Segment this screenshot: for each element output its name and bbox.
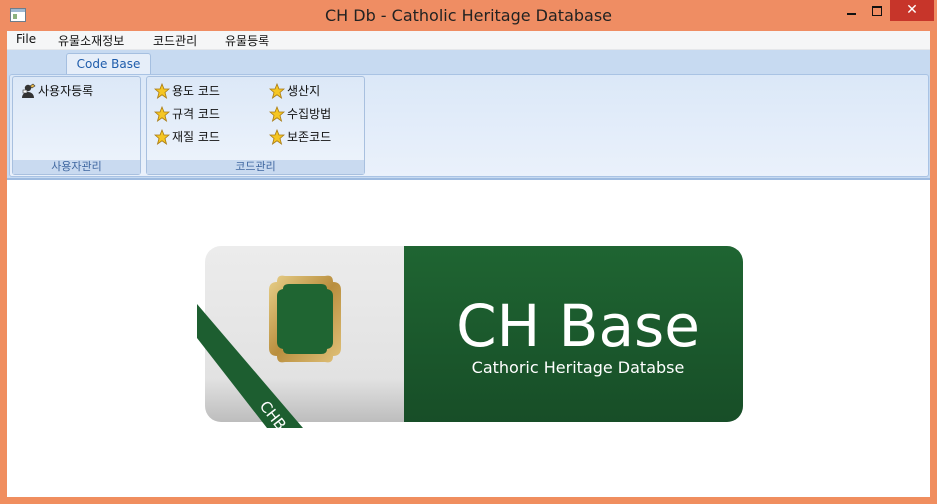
- ribbon-group-code-management: 용도 코드 규격 코드 재질 코드 생산지 수집방법 보존코드 코드관리: [146, 76, 365, 175]
- star-icon: [154, 83, 170, 99]
- menu-artifact-location[interactable]: 유물소재정보: [58, 32, 124, 49]
- application-window: CH Db - Catholic Heritage Database ✕ Fil…: [0, 0, 937, 504]
- star-icon: [269, 129, 285, 145]
- close-icon: ✕: [906, 2, 918, 18]
- star-icon: [154, 129, 170, 145]
- origin-label: 생산지: [287, 84, 321, 98]
- main-content: CHB CH Base Cathoric Heritage Databse: [7, 180, 930, 497]
- material-code-label: 재질 코드: [172, 130, 220, 144]
- window-title: CH Db - Catholic Heritage Database: [324, 6, 613, 25]
- minimize-icon: [847, 13, 856, 15]
- preservation-code-label: 보존코드: [287, 130, 332, 144]
- tab-code-base[interactable]: Code Base: [66, 53, 151, 75]
- menu-artifact-registration[interactable]: 유물등록: [225, 32, 269, 49]
- ribbon-group-user-management: 사용자등록 사용자관리: [12, 76, 141, 175]
- ribbon-panel: 사용자등록 사용자관리 용도 코드 규격 코드 재질 코드 생산지 수집방법 보…: [9, 74, 929, 177]
- menu-code-management[interactable]: 코드관리: [153, 32, 197, 49]
- logo-title: CH Base: [456, 292, 700, 360]
- emblem-icon: [269, 275, 341, 363]
- collection-method-label: 수집방법: [287, 107, 332, 121]
- star-icon: [154, 106, 170, 122]
- title-bar[interactable]: CH Db - Catholic Heritage Database ✕: [0, 0, 937, 31]
- client-area: File 유물소재정보 코드관리 유물등록 Code Base 사용자등록 사용…: [7, 31, 930, 497]
- user-edit-icon: [22, 83, 36, 98]
- size-code-label: 규격 코드: [172, 107, 220, 121]
- group-label-code-management: 코드관리: [147, 160, 364, 174]
- close-button[interactable]: ✕: [890, 0, 934, 21]
- star-icon: [269, 106, 285, 122]
- star-icon: [269, 83, 285, 99]
- logo-subtitle: Cathoric Heritage Databse: [472, 358, 685, 377]
- maximize-icon: [871, 6, 882, 16]
- ribbon: Code Base 사용자등록 사용자관리 용도 코드 규격 코드 재질 코드 …: [7, 50, 930, 180]
- user-register-label: 사용자등록: [38, 84, 94, 98]
- group-label-user-management: 사용자관리: [13, 160, 140, 174]
- usage-code-label: 용도 코드: [172, 84, 220, 98]
- ch-base-logo: CHB CH Base Cathoric Heritage Databse: [197, 246, 743, 428]
- menu-file[interactable]: File: [16, 32, 36, 46]
- maximize-button[interactable]: [863, 0, 890, 21]
- minimize-button[interactable]: [838, 0, 865, 21]
- menu-bar: File 유물소재정보 코드관리 유물등록: [7, 31, 930, 50]
